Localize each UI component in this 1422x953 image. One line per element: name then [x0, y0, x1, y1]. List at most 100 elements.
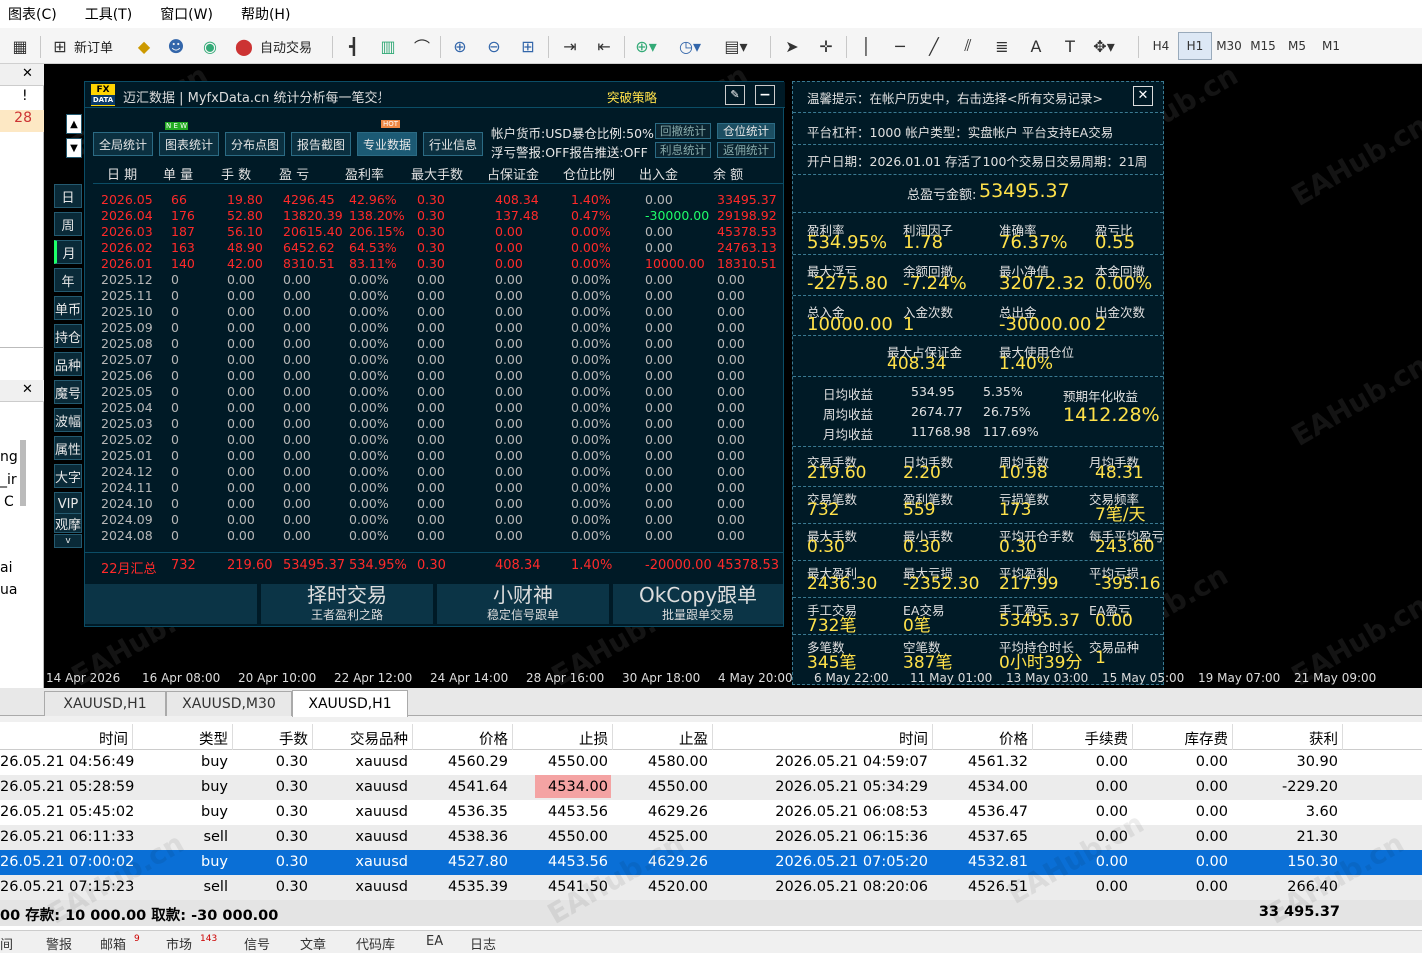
column-header[interactable]: 止损: [579, 728, 608, 749]
auto-trade-button[interactable]: 自动交易: [260, 32, 312, 60]
templates-icon[interactable]: ▤▾: [722, 32, 750, 60]
side-button[interactable]: 单币: [54, 296, 82, 320]
global-stats-button[interactable]: 全局统计: [93, 132, 153, 156]
position-stats-button[interactable]: 仓位统计: [717, 123, 775, 139]
chart-shift-icon[interactable]: ⇥: [556, 32, 584, 60]
column-header[interactable]: 交易品种: [350, 728, 408, 749]
column-header[interactable]: 时间: [899, 728, 928, 749]
scroll-up-button[interactable]: ▲: [66, 114, 82, 134]
table-row[interactable]: 26.05.21 07:15:23 sell 0.30 xauusd 4535.39 45…: [0, 875, 1422, 900]
tab-xauusd-h1[interactable]: XAUUSD,H1: [44, 691, 166, 716]
column-header[interactable]: 价格: [999, 728, 1028, 749]
timeframe-m15[interactable]: M15: [1246, 32, 1280, 60]
promo-xiaocaishen[interactable]: 小财神 稳定信号跟单: [437, 584, 609, 624]
history-icon[interactable]: ▦: [6, 32, 34, 60]
close-icon[interactable]: ✕: [1133, 86, 1153, 106]
bar-chart-icon[interactable]: ┫: [340, 32, 368, 60]
side-button[interactable]: 年: [54, 268, 82, 292]
menu-window[interactable]: 窗口(W): [152, 4, 221, 24]
rebate-stats-button[interactable]: 返佣统计: [717, 142, 775, 158]
new-order-icon[interactable]: ⊞: [46, 32, 74, 60]
close-icon[interactable]: ✕: [22, 382, 33, 397]
side-button[interactable]: 持仓: [54, 324, 82, 348]
side-button[interactable]: 月: [54, 240, 82, 264]
tab-alerts[interactable]: 警报: [46, 934, 72, 953]
table-row[interactable]: 26.05.21 07:00:02 buy 0.30 xauusd 4527.80 445…: [0, 850, 1422, 875]
table-row[interactable]: 26.05.21 04:56:49 buy 0.30 xauusd 4560.29 455…: [0, 750, 1422, 775]
close-icon[interactable]: ✕: [22, 66, 33, 81]
side-button[interactable]: 魔号: [54, 380, 82, 404]
tab-signals[interactable]: 信号: [244, 934, 270, 953]
drawdown-stats-button[interactable]: 回撤统计: [655, 123, 711, 139]
vertical-line-icon[interactable]: │: [852, 32, 880, 60]
side-button[interactable]: 波幅: [54, 408, 82, 432]
column-header[interactable]: 类型: [199, 728, 228, 749]
column-header[interactable]: 时间: [99, 728, 128, 749]
trendline-icon[interactable]: ╱: [920, 32, 948, 60]
tab-mailbox[interactable]: 邮箱: [100, 934, 126, 953]
gold-icon[interactable]: ◆: [130, 32, 158, 60]
interest-stats-button[interactable]: 利息统计: [655, 142, 711, 158]
side-button[interactable]: 日: [54, 184, 82, 208]
column-header[interactable]: 价格: [479, 728, 508, 749]
table-row[interactable]: 26.05.21 05:45:02 buy 0.30 xauusd 4536.35 445…: [0, 800, 1422, 825]
tile-windows-icon[interactable]: ⊞: [514, 32, 542, 60]
promo-timing[interactable]: 择时交易 王者盈利之路: [261, 584, 433, 624]
cursor-icon[interactable]: ➤: [778, 32, 806, 60]
text-icon[interactable]: A: [1022, 32, 1050, 60]
column-header[interactable]: 手数: [279, 728, 308, 749]
side-button[interactable]: 属性: [54, 436, 82, 460]
zoom-in-icon[interactable]: ⊕: [446, 32, 474, 60]
candle-chart-icon[interactable]: ▥: [374, 32, 402, 60]
timeframe-m5[interactable]: M5: [1280, 32, 1314, 60]
chart-area[interactable]: EAHub.cn EAHub.cn EAHub.cn EAHub.cn EAHu…: [44, 64, 1422, 688]
new-order-button[interactable]: 新订单: [74, 32, 113, 60]
menu-chart[interactable]: 图表(C): [0, 4, 65, 24]
tab-articles[interactable]: 文章: [300, 934, 326, 953]
edit-icon[interactable]: ✎: [725, 85, 745, 105]
side-button[interactable]: 大字: [54, 464, 82, 488]
column-header[interactable]: 手续费: [1085, 728, 1129, 749]
tab-codebase[interactable]: 代码库: [356, 934, 395, 953]
people-icon[interactable]: ☻: [162, 32, 190, 60]
timeframe-m30[interactable]: M30: [1212, 32, 1246, 60]
crosshair-icon[interactable]: ✛: [812, 32, 840, 60]
menu-help[interactable]: 帮助(H): [233, 4, 298, 24]
industry-info-button[interactable]: 行业信息: [423, 132, 483, 156]
column-header[interactable]: 获利: [1309, 728, 1338, 749]
chevron-down-icon[interactable]: v: [54, 534, 82, 548]
arrows-icon[interactable]: ✥▾: [1090, 32, 1118, 60]
timeframe-h1[interactable]: H1: [1178, 32, 1212, 60]
menu-tools[interactable]: 工具(T): [77, 4, 140, 24]
scrollbar[interactable]: [20, 440, 26, 506]
chart-stats-button[interactable]: 图表统计: [159, 132, 219, 156]
tab-journal[interactable]: 日志: [470, 934, 496, 953]
minimize-icon[interactable]: −: [755, 85, 775, 105]
auto-trade-icon[interactable]: ⬤: [230, 32, 258, 60]
tab-xauusd-h1-active[interactable]: XAUUSD,H1: [292, 690, 408, 717]
side-button[interactable]: 观摩: [54, 513, 82, 533]
tab-history[interactable]: 间: [0, 934, 13, 953]
side-button[interactable]: 周: [54, 212, 82, 236]
tab-market[interactable]: 市场: [166, 934, 192, 953]
globe-icon[interactable]: ◉: [196, 32, 224, 60]
channel-icon[interactable]: ⫽: [954, 32, 982, 60]
table-row[interactable]: 26.05.21 05:28:59 buy 0.30 xauusd 4541.64 453…: [0, 775, 1422, 800]
report-screenshot-button[interactable]: 报告截图: [291, 132, 351, 156]
side-button[interactable]: 品种: [54, 352, 82, 376]
scroll-down-button[interactable]: ▼: [66, 138, 82, 158]
label-icon[interactable]: T: [1056, 32, 1084, 60]
pro-data-button[interactable]: 专业数据: [357, 132, 417, 156]
timeframe-h4[interactable]: H4: [1144, 32, 1178, 60]
indicators-icon[interactable]: ⊕▾: [632, 32, 660, 60]
zoom-out-icon[interactable]: ⊖: [480, 32, 508, 60]
horizontal-line-icon[interactable]: ─: [886, 32, 914, 60]
table-row[interactable]: 26.05.21 06:11:33 sell 0.30 xauusd 4538.36 45…: [0, 825, 1422, 850]
promo-okcopy[interactable]: OkCopy跟单 批量跟单交易: [613, 584, 783, 624]
column-header[interactable]: 库存费: [1185, 728, 1229, 749]
autoscroll-icon[interactable]: ⇤: [590, 32, 618, 60]
periods-icon[interactable]: ◷▾: [676, 32, 704, 60]
line-chart-icon[interactable]: ⌒: [408, 32, 436, 60]
column-header[interactable]: 止盈: [679, 728, 708, 749]
fibonacci-icon[interactable]: ≣: [988, 32, 1016, 60]
